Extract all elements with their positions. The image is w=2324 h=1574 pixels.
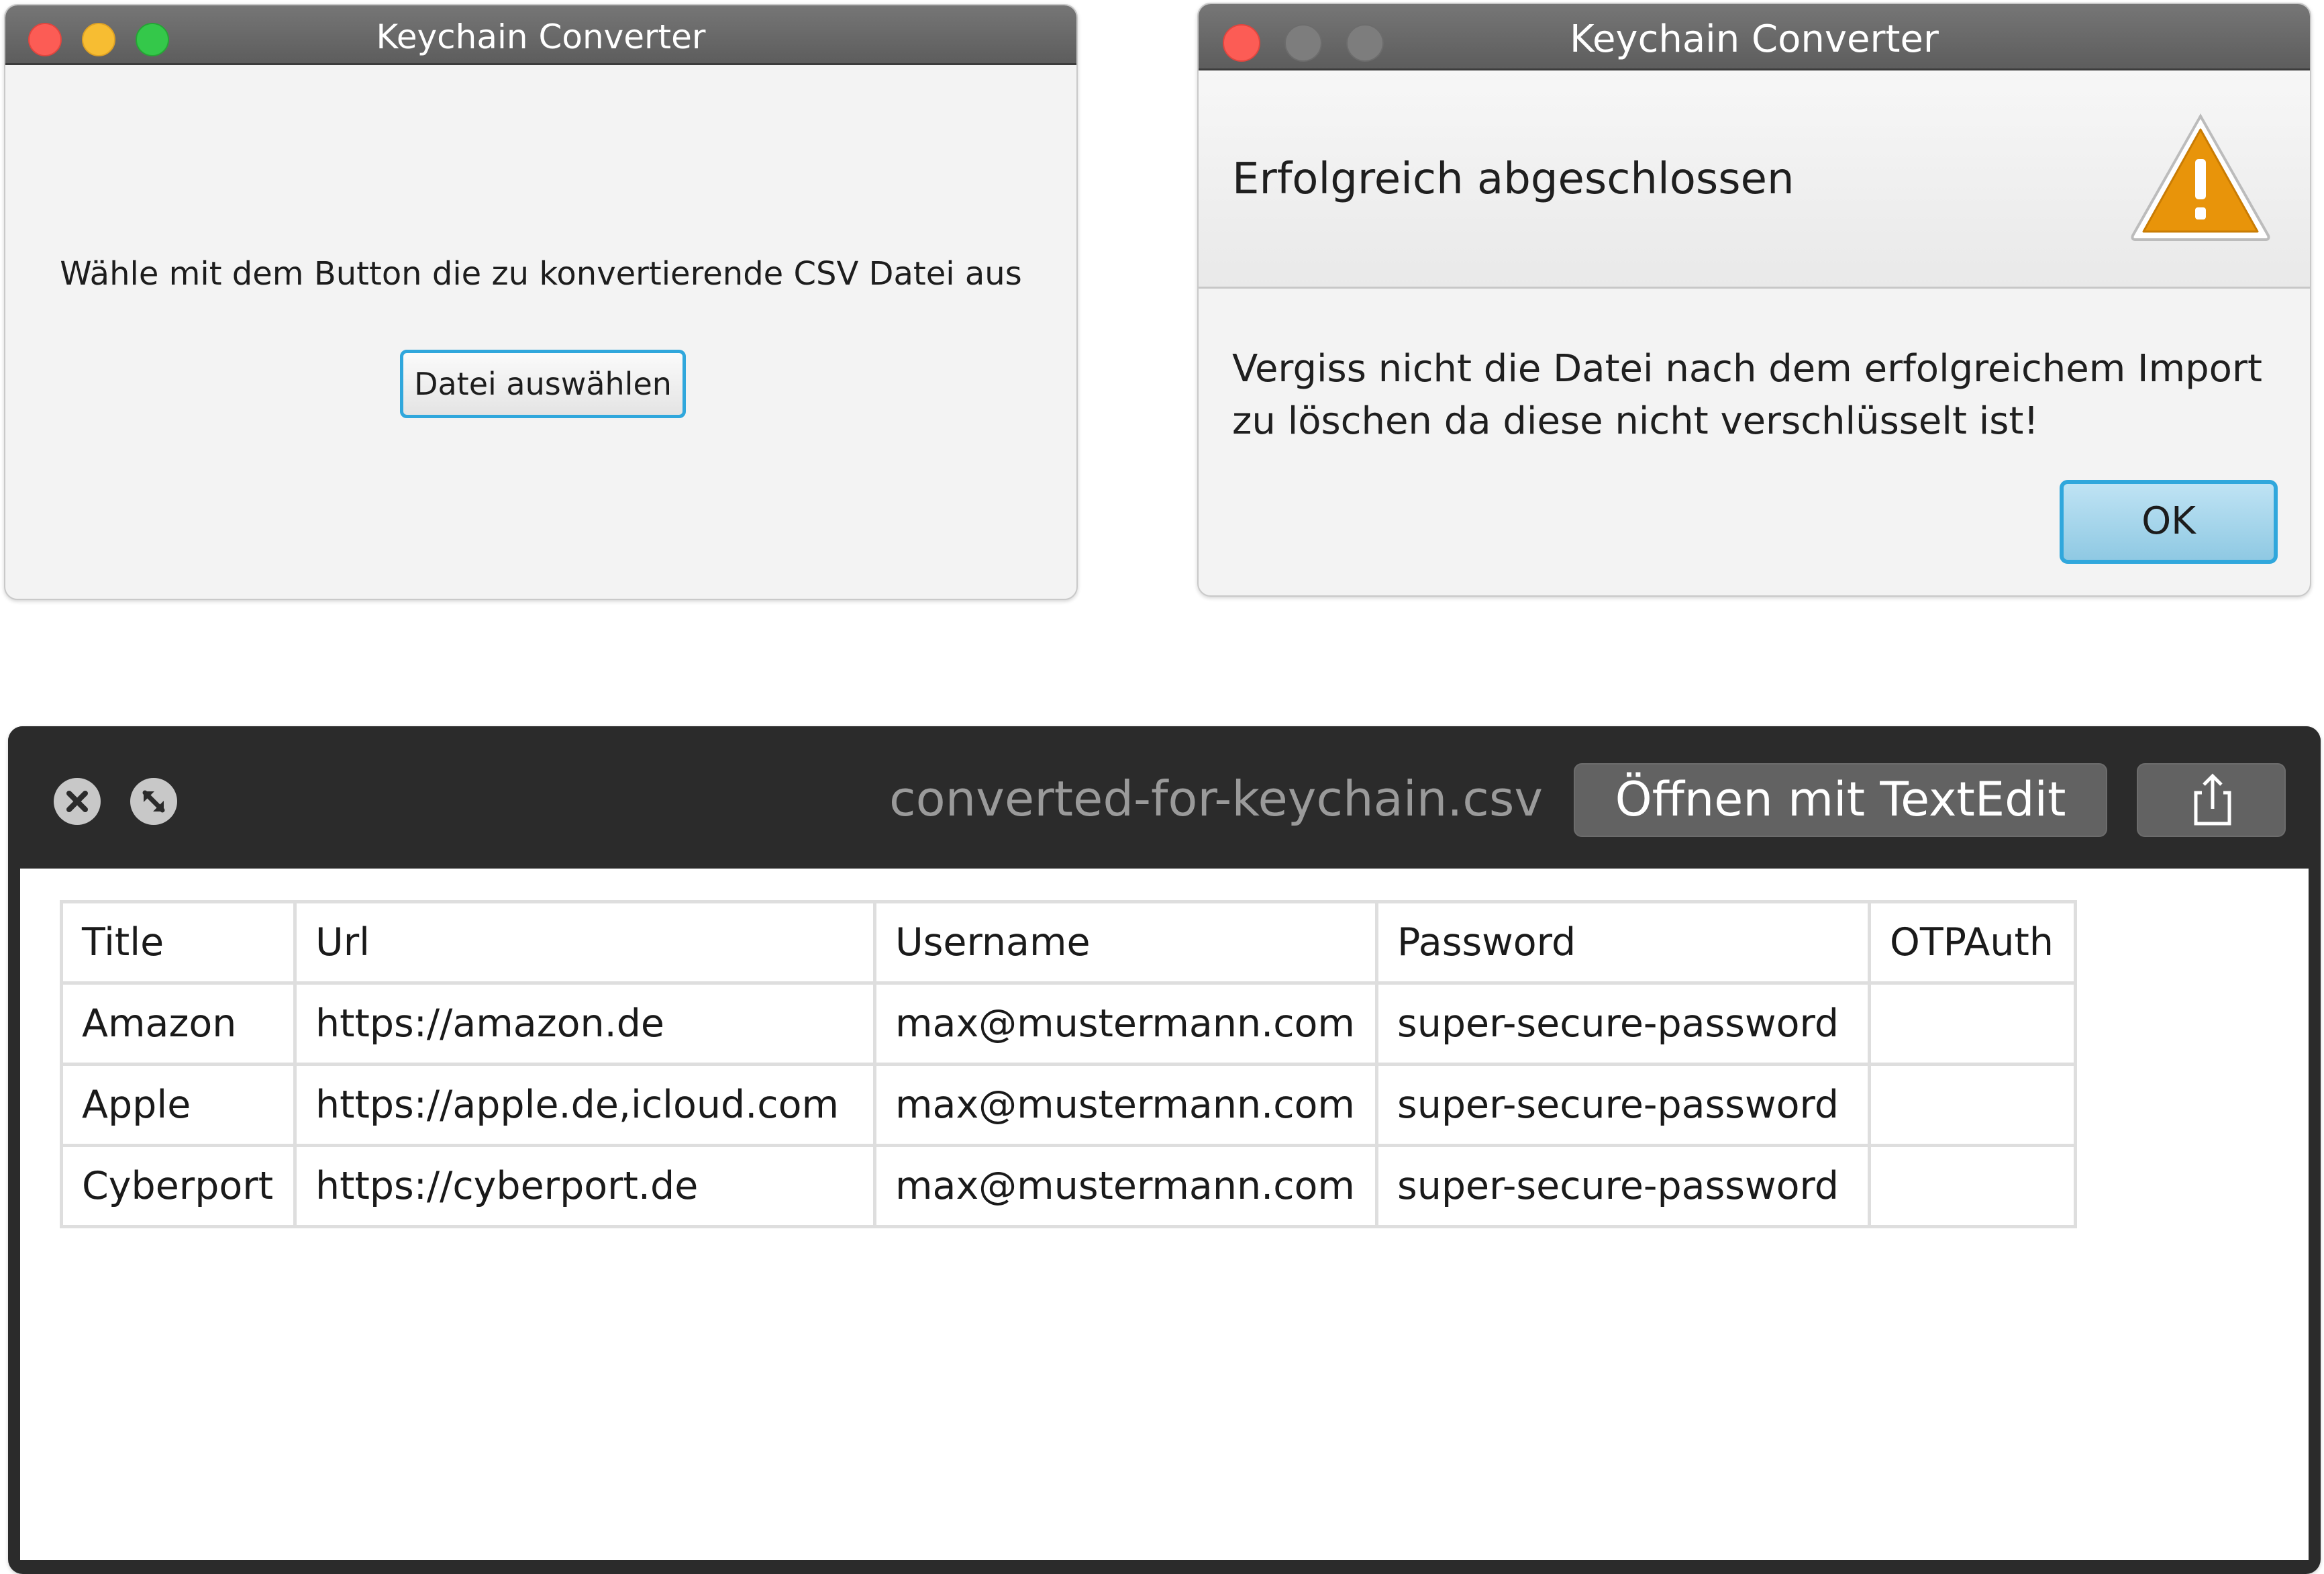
table-header-cell: Url [293, 900, 876, 985]
table-header-cell: Username [873, 900, 1378, 985]
table-cell: max@mustermann.com [873, 1144, 1378, 1228]
table-cell: https://cyberport.de [293, 1144, 876, 1228]
table-cell [1868, 1063, 2077, 1147]
success-dialog: Keychain Converter Erfolgreich abgeschlo… [1197, 3, 2311, 597]
table-cell: super-secure-password [1375, 1144, 1871, 1228]
warning-triangle-icon [2131, 113, 2270, 241]
dialog-message: Vergiss nicht die Datei nach dem erfolgr… [1232, 347, 2262, 443]
table-cell: https://amazon.de [293, 981, 876, 1066]
table-row: Cyberport https://cyberport.de max@muste… [60, 1144, 2077, 1228]
table-header-cell: OTPAuth [1868, 900, 2077, 985]
file-name: converted-for-keychain.csv [889, 771, 1543, 827]
quicklook-window: converted-for-keychain.csv Öffnen mit Te… [8, 726, 2321, 1574]
table-cell: super-secure-password [1375, 981, 1871, 1066]
dialog-header: Erfolgreich abgeschlossen [1199, 70, 2310, 289]
share-button[interactable] [2137, 763, 2286, 837]
fullscreen-icon[interactable] [130, 778, 177, 825]
open-with-textedit-button[interactable]: Öffnen mit TextEdit [1574, 763, 2107, 837]
table-cell [1868, 1144, 2077, 1228]
table-cell: Amazon [60, 981, 297, 1066]
window-title: Keychain Converter [376, 17, 706, 56]
table-cell: super-secure-password [1375, 1063, 1871, 1147]
table-cell: max@mustermann.com [873, 981, 1378, 1066]
dialog-heading: Erfolgreich abgeschlossen [1232, 154, 1795, 204]
choose-file-button[interactable]: Datei auswählen [400, 350, 686, 418]
table-row: Amazon https://amazon.de max@mustermann.… [60, 981, 2077, 1066]
close-icon[interactable] [54, 778, 101, 825]
table-cell: Apple [60, 1063, 297, 1147]
title-bar: Keychain Converter [1199, 4, 2310, 70]
csv-table: Title Url Username Password OTPAuth Amaz… [60, 900, 2077, 1228]
table-cell: max@mustermann.com [873, 1063, 1378, 1147]
table-cell [1868, 981, 2077, 1066]
csv-preview: Title Url Username Password OTPAuth Amaz… [20, 869, 2309, 1560]
table-row: Apple https://apple.de,icloud.com max@mu… [60, 1063, 2077, 1147]
table-cell: https://apple.de,icloud.com [293, 1063, 876, 1147]
title-bar: Keychain Converter [5, 5, 1076, 65]
quicklook-toolbar: converted-for-keychain.csv Öffnen mit Te… [8, 726, 2321, 867]
window-title: Keychain Converter [1570, 17, 1939, 61]
table-header-cell: Title [60, 900, 297, 985]
table-header-cell: Password [1375, 900, 1871, 985]
table-header-row: Title Url Username Password OTPAuth [60, 900, 2077, 985]
converter-window: Keychain Converter Wähle mit dem Button … [4, 4, 1078, 600]
table-cell: Cyberport [60, 1144, 297, 1228]
share-icon [2194, 773, 2231, 826]
instruction-text: Wähle mit dem Button die zu konvertieren… [60, 255, 1022, 293]
ok-button[interactable]: OK [2060, 480, 2278, 564]
